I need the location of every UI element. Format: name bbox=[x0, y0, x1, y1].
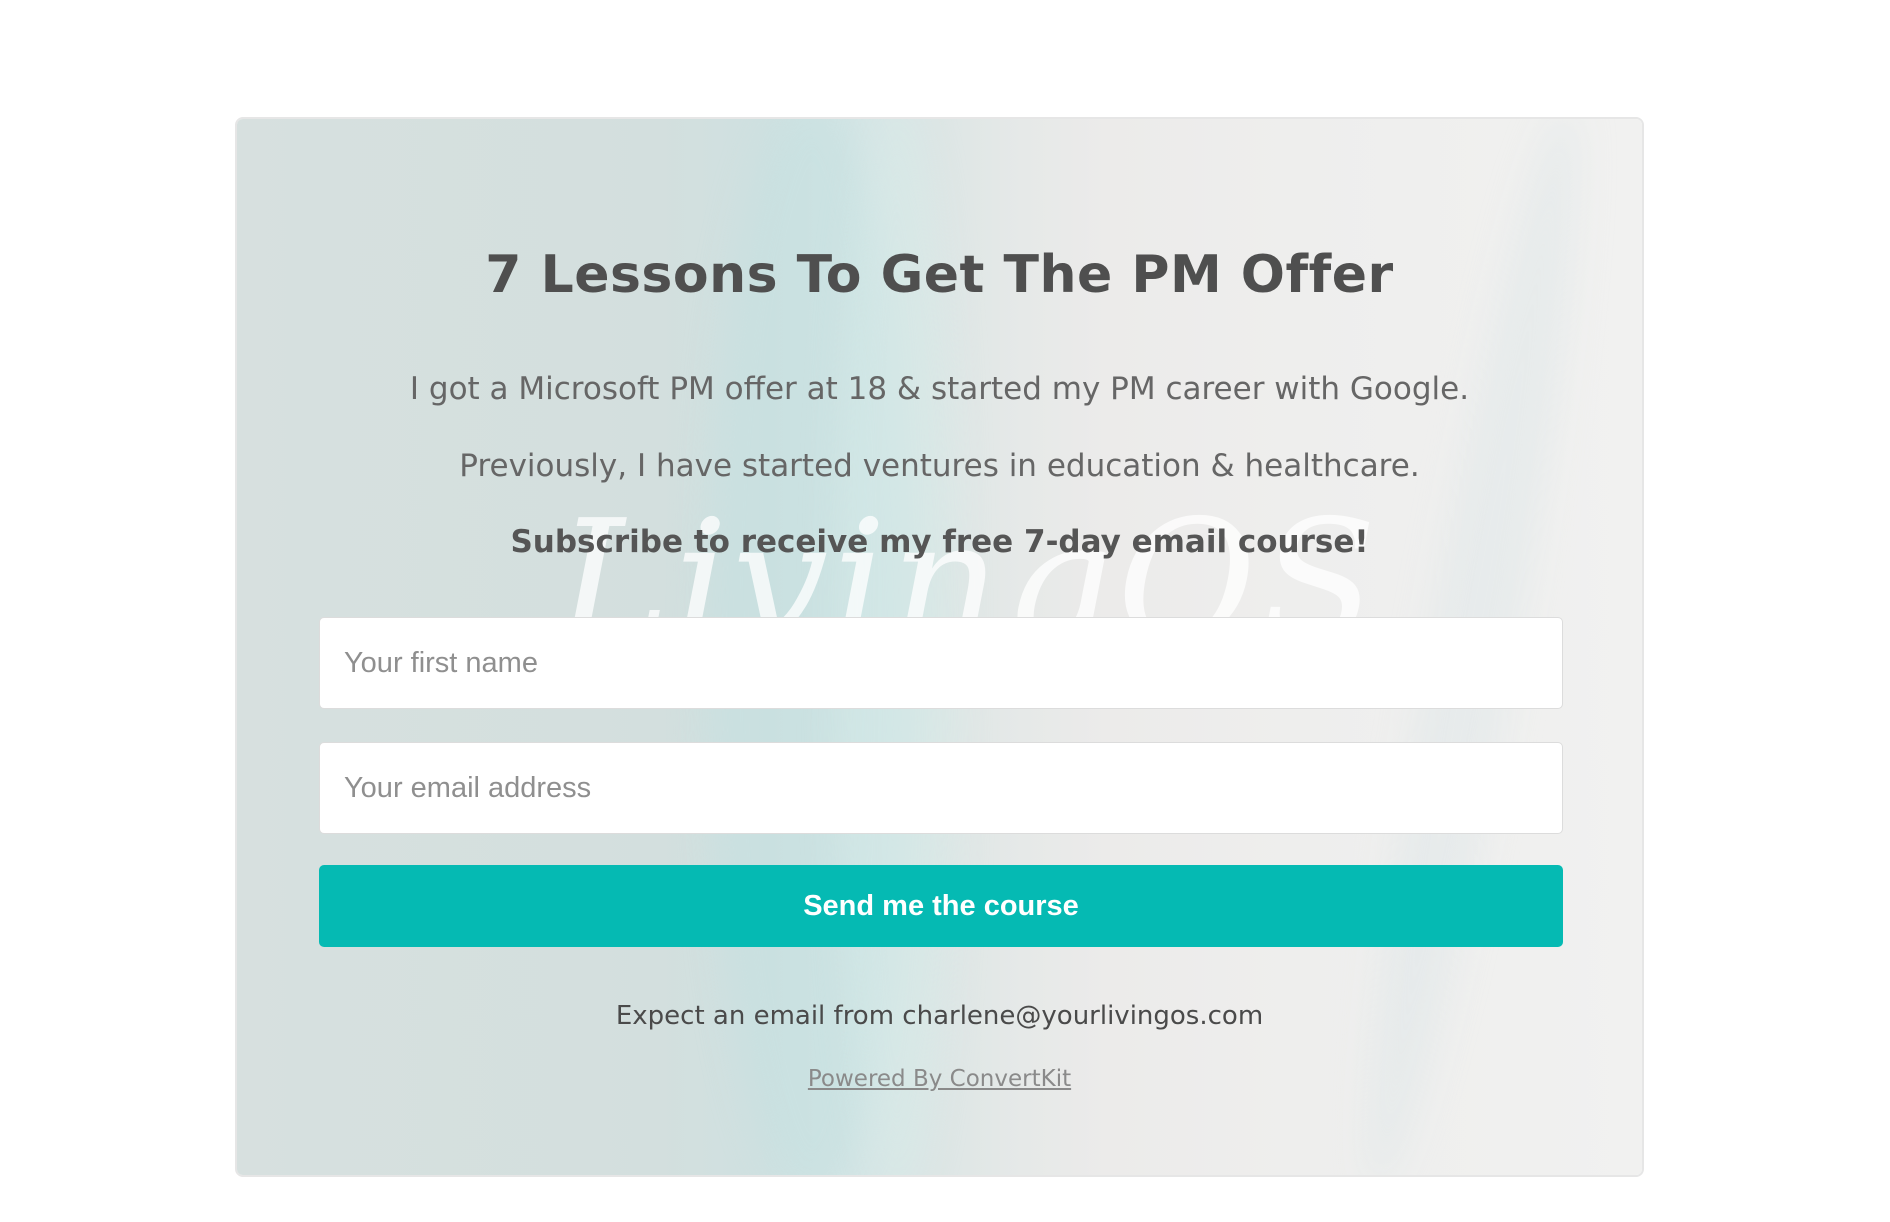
form-content: 7 Lessons To Get The PM Offer I got a Mi… bbox=[237, 119, 1642, 1175]
expect-email-note: Expect an email from charlene@yourliving… bbox=[615, 1001, 1264, 1031]
powered-by-convertkit-link[interactable]: Powered By ConvertKit bbox=[808, 1066, 1071, 1092]
intro-paragraph: I got a Microsoft PM offer at 18 & start… bbox=[409, 371, 1470, 407]
background-paragraph: Previously, I have started ventures in e… bbox=[459, 448, 1420, 484]
send-course-button[interactable]: Send me the course bbox=[319, 865, 1563, 947]
first-name-field[interactable] bbox=[319, 617, 1563, 709]
form-title: 7 Lessons To Get The PM Offer bbox=[485, 245, 1394, 305]
powered-by: Powered By ConvertKit bbox=[237, 1066, 1642, 1092]
page: LivingOS 7 Lessons To Get The PM Offer I… bbox=[0, 0, 1890, 1222]
email-field[interactable] bbox=[319, 742, 1563, 834]
subscription-form-card: LivingOS 7 Lessons To Get The PM Offer I… bbox=[235, 117, 1644, 1177]
subscribe-callout: Subscribe to receive my free 7-day email… bbox=[510, 524, 1369, 560]
